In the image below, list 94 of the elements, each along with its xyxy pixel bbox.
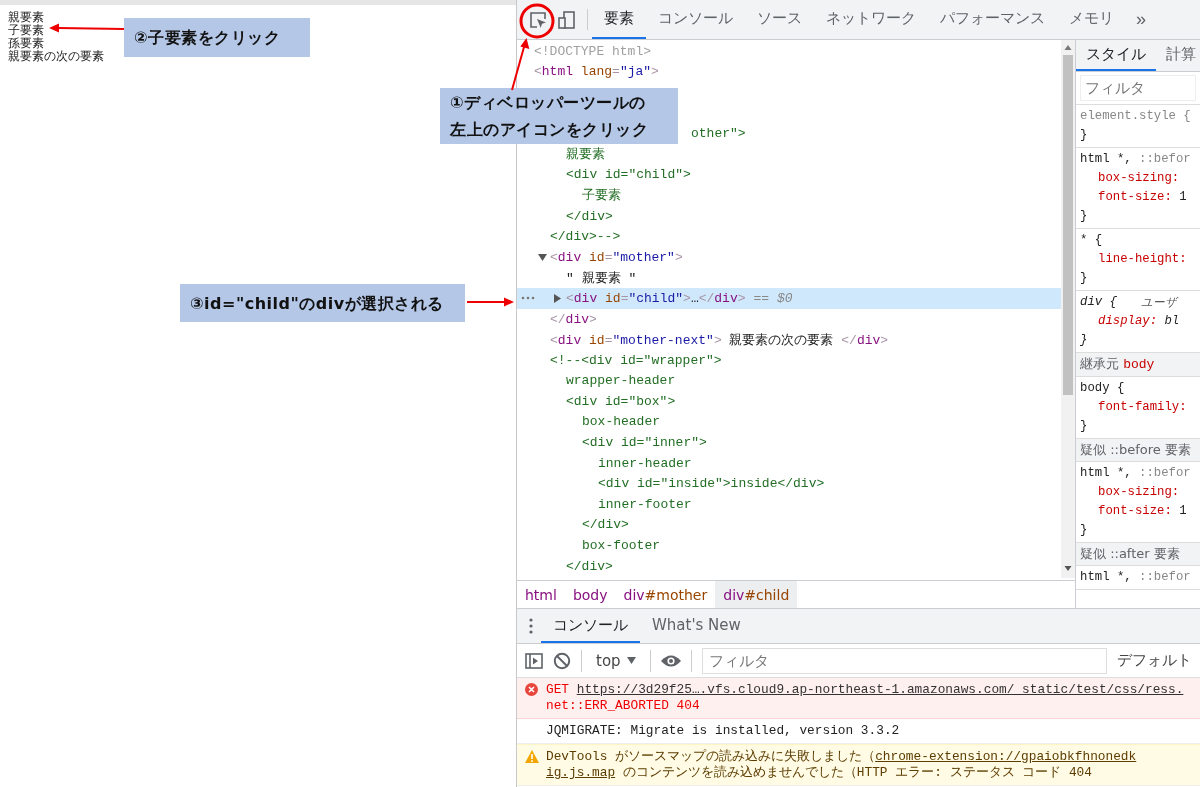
dom-node[interactable]: <div id="child"> xyxy=(554,164,691,186)
dom-node[interactable]: box-footer xyxy=(570,535,660,556)
closing-brace: } xyxy=(1080,208,1088,225)
drawer-tab[interactable]: コンソール xyxy=(541,609,640,643)
filter-field[interactable]: フィルタ xyxy=(1080,75,1196,101)
panel-tab[interactable]: ネットワーク xyxy=(814,0,928,39)
page-text: 親要素 xyxy=(8,11,44,24)
css-declaration[interactable]: line-height: xyxy=(1080,250,1187,269)
inspect-icon[interactable] xyxy=(528,9,548,30)
css-selector: html *, ::befor xyxy=(1080,151,1191,168)
dom-node[interactable]: 親要素 xyxy=(554,143,605,165)
dom-node[interactable]: other"> xyxy=(679,123,746,144)
breadcrumb[interactable]: div#mother xyxy=(615,581,716,608)
dom-node[interactable]: <html lang="ja"> xyxy=(522,61,659,83)
pane-tab[interactable]: スタイル xyxy=(1076,40,1156,71)
sidebar-icon[interactable] xyxy=(525,652,543,669)
panel-tab[interactable]: コンソール xyxy=(646,0,745,39)
more-icon[interactable] xyxy=(521,296,535,301)
css-selector: div { xyxy=(1080,294,1117,311)
callout: ②子要素をクリック xyxy=(124,18,310,57)
dom-node[interactable]: </div> xyxy=(554,555,613,577)
context-dropdown[interactable]: top xyxy=(592,651,640,670)
console-message: JQMIGRATE: Migrate is installed, version 3.3.2 xyxy=(546,723,900,739)
css-selector: body { xyxy=(1080,380,1125,397)
dom-node[interactable]: <div id="mother-next"> 親要素の次の要素 </div> xyxy=(538,329,889,350)
caret-right-icon[interactable] xyxy=(554,293,561,303)
dom-node[interactable]: </div> xyxy=(570,514,629,536)
section-header: 継承元 body xyxy=(1076,353,1200,377)
breadcrumb[interactable]: div#child xyxy=(715,581,798,608)
dom-node[interactable]: <div id="mother"> xyxy=(538,246,683,268)
breadcrumb[interactable]: html xyxy=(517,581,565,608)
breadcrumb[interactable]: body xyxy=(564,581,616,608)
dom-node[interactable]: <div id="inner"> xyxy=(570,432,707,453)
dom-node[interactable]: box-header xyxy=(570,411,660,433)
section-header: 疑似 ::before 要素 xyxy=(1076,439,1200,462)
dom-node[interactable]: </div> xyxy=(554,205,613,227)
dom-node[interactable]: 子要素 xyxy=(570,185,621,206)
console-message: GET https://3d29f25….vfs.cloud9.ap-northeast-1.amazonaws.com/_static/test/css/ress. net::ERR_ABORTED 404 xyxy=(546,682,1184,714)
dom-node[interactable]: <div id="child">…</div> == $0 xyxy=(517,288,1061,309)
closing-brace: } xyxy=(1080,418,1088,435)
css-selector: html *, ::befor xyxy=(1080,569,1191,586)
error-icon xyxy=(525,683,538,696)
url-link[interactable]: ig.js.map xyxy=(546,765,616,780)
dom-node[interactable]: <div id="inside">inside</div> xyxy=(586,473,825,495)
levels-dropdown[interactable]: デフォルト xyxy=(1117,651,1192,670)
closing-brace: } xyxy=(1080,270,1088,287)
eye-icon[interactable] xyxy=(660,653,681,668)
menu-icon[interactable] xyxy=(529,618,533,634)
caret-down-icon[interactable] xyxy=(626,657,636,664)
callout: ①ディベロッパーツールの 左上のアイコンをクリック xyxy=(440,88,678,144)
devices-icon[interactable] xyxy=(557,9,577,30)
dom-node[interactable]: inner-header xyxy=(586,452,692,474)
dom-node[interactable]: <!--<div id="wrapper"> xyxy=(538,349,722,371)
page-text: 孫要素 xyxy=(8,37,44,50)
css-declaration[interactable]: box-sizing: xyxy=(1080,483,1180,502)
url-link[interactable]: chrome-extension://gpaiobkfhnonedk xyxy=(875,749,1137,764)
page-text: 子要素 xyxy=(8,24,44,37)
css-selector: element.style { xyxy=(1080,108,1191,125)
dom-node[interactable]: </div> xyxy=(538,308,597,330)
caret-down-icon[interactable] xyxy=(538,253,547,261)
panel-tab[interactable]: パフォーマンス xyxy=(928,0,1057,39)
css-declaration[interactable]: box-sizing: xyxy=(1080,169,1180,188)
pane-tab[interactable]: 計算 xyxy=(1156,40,1200,71)
css-declaration[interactable]: font-size: 1 xyxy=(1080,502,1187,521)
dom-node[interactable]: " 親要素 " xyxy=(554,267,637,289)
dom-node[interactable]: </div>--> xyxy=(538,226,621,247)
more-tabs-button[interactable]: » xyxy=(1126,0,1156,39)
panel-tab[interactable]: ソース xyxy=(745,0,814,39)
warning-icon xyxy=(525,750,539,763)
closing-brace: } xyxy=(1080,127,1088,144)
rule-origin: ユーザ xyxy=(1140,295,1177,311)
css-declaration[interactable]: font-family: xyxy=(1080,398,1187,417)
dom-node[interactable]: inner-footer xyxy=(586,494,692,515)
clear-icon[interactable] xyxy=(553,651,571,670)
closing-brace: } xyxy=(1080,332,1088,349)
css-declaration[interactable]: font-size: 1 xyxy=(1080,188,1187,207)
css-selector: * { xyxy=(1080,232,1103,249)
arrow xyxy=(466,297,514,307)
arrow xyxy=(511,38,530,91)
page-text: 親要素の次の要素 xyxy=(8,50,104,63)
callout: ③id="child"のdivが選択される xyxy=(180,284,465,322)
highlight-circle xyxy=(519,3,555,39)
panel-tab[interactable]: メモリ xyxy=(1057,0,1126,39)
closing-brace: } xyxy=(1080,522,1088,539)
dom-node[interactable]: <div id="box"> xyxy=(554,391,676,412)
section-header: 疑似 ::after 要素 xyxy=(1076,543,1200,566)
console-message: DevTools がソースマップの読み込みに失敗しました（chrome-extension://gpaiobkfhnonedk ig.js.map のコンテンツを読み込めませんでした（HTTP エラー: ステータス コード 404 xyxy=(546,749,1137,781)
dom-node[interactable]: wrapper-header xyxy=(554,370,676,392)
css-declaration[interactable]: display: bl xyxy=(1080,312,1180,331)
filter-field[interactable]: フィルタ xyxy=(701,647,1107,674)
drawer-tab[interactable]: What's New xyxy=(640,609,753,643)
url-link[interactable]: https://3d29f25….vfs.cloud9.ap-northeast-1.amazonaws.com/_static/test/css/ress. xyxy=(576,682,1184,697)
css-selector: html *, ::befor xyxy=(1080,465,1191,482)
panel-tab[interactable]: 要素 xyxy=(592,0,646,39)
